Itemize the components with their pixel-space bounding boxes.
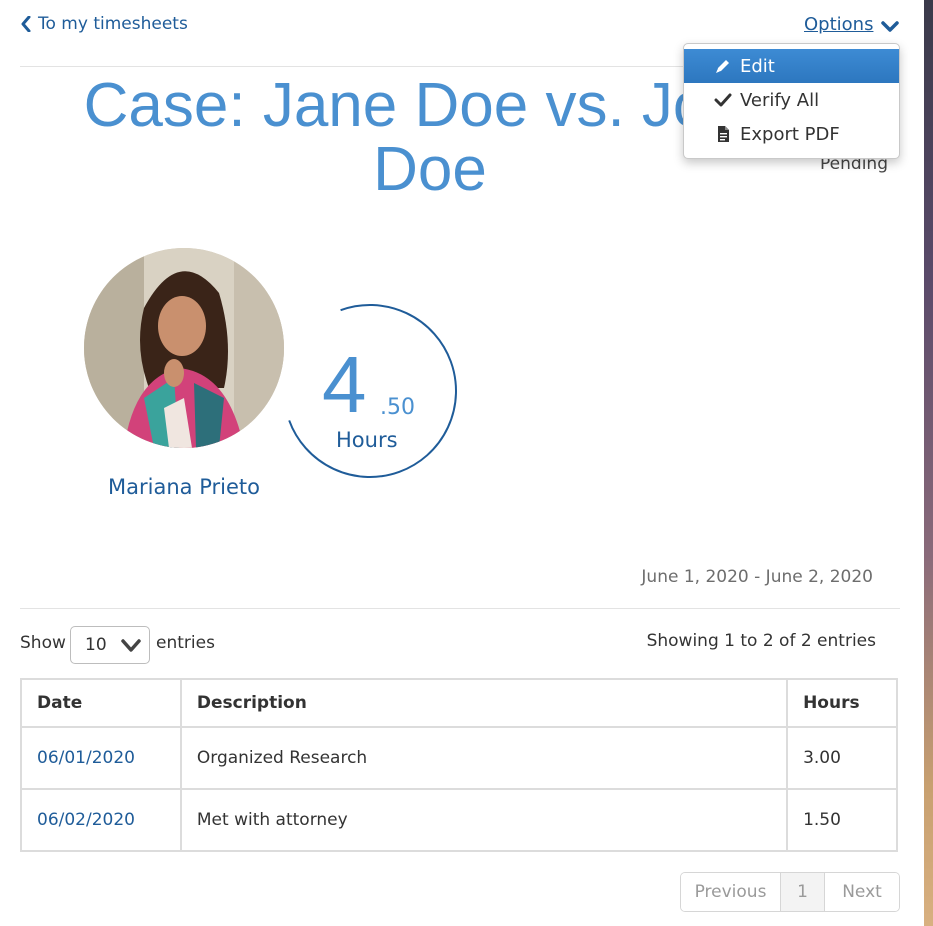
table-row: 06/02/2020 Met with attorney 1.50 [20, 788, 898, 852]
page-1-button[interactable]: 1 [781, 873, 825, 911]
options-dropdown: Edit Verify All Export PDF [683, 43, 900, 159]
pagination: Previous 1 Next [680, 872, 900, 912]
back-to-timesheets-link[interactable]: To my timesheets [20, 12, 188, 36]
table-header-row: Date Description Hours [20, 678, 898, 728]
back-link-label: To my timesheets [38, 14, 188, 34]
hours-whole: 4 [322, 340, 367, 429]
document-icon [718, 126, 729, 142]
options-menu-toggle[interactable]: Options [804, 12, 900, 36]
hours-label: Hours [336, 428, 398, 452]
chevron-left-icon [21, 16, 31, 32]
menu-item-export-pdf-label: Export PDF [740, 123, 840, 145]
chevron-down-icon [121, 639, 141, 652]
menu-item-edit-label: Edit [740, 55, 775, 77]
entries-label: entries [156, 633, 215, 653]
row-description: Organized Research [179, 726, 789, 790]
menu-item-verify-all[interactable]: Verify All [684, 83, 899, 117]
row-description: Met with attorney [179, 788, 789, 852]
showing-info: Showing 1 to 2 of 2 entries [646, 631, 876, 651]
person-name: Mariana Prieto [108, 475, 260, 499]
menu-item-export-pdf[interactable]: Export PDF [684, 117, 899, 151]
window-edge [924, 0, 933, 926]
pencil-icon [716, 60, 729, 73]
column-header-hours[interactable]: Hours [786, 678, 898, 728]
chevron-down-icon [881, 21, 900, 32]
page-size-select[interactable]: 10 [70, 626, 150, 664]
table-row: 06/01/2020 Organized Research 3.00 [20, 726, 898, 790]
row-hours: 1.50 [786, 788, 898, 852]
previous-page-button[interactable]: Previous [681, 873, 781, 911]
menu-item-edit[interactable]: Edit [684, 49, 899, 83]
check-icon [714, 93, 732, 107]
column-header-date[interactable]: Date [20, 678, 182, 728]
timesheet-table: Date Description Hours 06/01/2020 Organi… [20, 678, 898, 852]
section-divider [20, 608, 900, 609]
page-size-value: 10 [85, 635, 107, 655]
avatar-photo [84, 248, 284, 448]
row-date-link[interactable]: 06/02/2020 [20, 788, 182, 852]
avatar [84, 248, 284, 448]
show-label: Show [20, 633, 66, 653]
date-range: June 1, 2020 - June 2, 2020 [641, 567, 873, 587]
options-label: Options [804, 13, 874, 35]
menu-item-verify-all-label: Verify All [740, 89, 820, 111]
column-header-description[interactable]: Description [179, 678, 789, 728]
next-page-button[interactable]: Next [825, 873, 899, 911]
hours-ring [288, 304, 457, 478]
row-date-link[interactable]: 06/01/2020 [20, 726, 182, 790]
hours-fraction: .50 [380, 395, 415, 420]
row-hours: 3.00 [786, 726, 898, 790]
